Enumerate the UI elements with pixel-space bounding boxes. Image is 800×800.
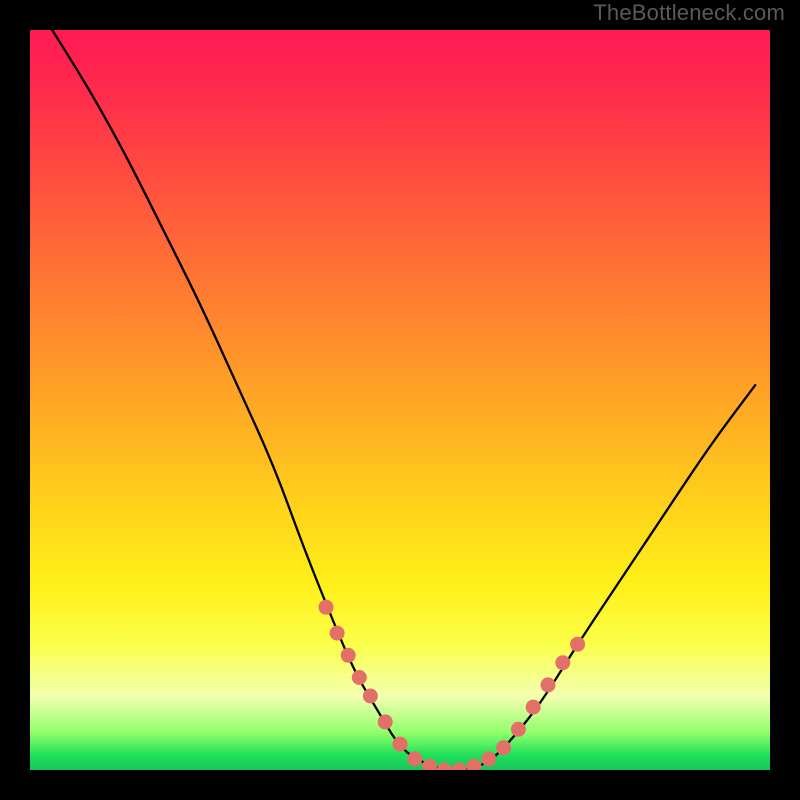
marker-dot: [481, 751, 496, 766]
marker-dot: [437, 763, 452, 771]
marker-dot: [541, 677, 556, 692]
marker-dot: [526, 700, 541, 715]
marker-dot: [363, 689, 378, 704]
marker-dot: [467, 759, 482, 770]
curve-svg: [30, 30, 770, 770]
chart-frame: TheBottleneck.com: [0, 0, 800, 800]
bottleneck-curve: [52, 30, 755, 770]
marker-dot: [393, 737, 408, 752]
marker-dot: [496, 740, 511, 755]
marker-dot: [511, 722, 526, 737]
watermark-text: TheBottleneck.com: [593, 0, 785, 26]
plot-area: [30, 30, 770, 770]
marker-dot: [330, 626, 345, 641]
marker-dot: [452, 763, 467, 771]
marker-dots: [319, 600, 586, 770]
marker-dot: [407, 751, 422, 766]
marker-dot: [352, 670, 367, 685]
marker-dot: [555, 655, 570, 670]
marker-dot: [319, 600, 334, 615]
marker-dot: [422, 759, 437, 770]
marker-dot: [378, 714, 393, 729]
marker-dot: [570, 637, 585, 652]
marker-dot: [341, 648, 356, 663]
